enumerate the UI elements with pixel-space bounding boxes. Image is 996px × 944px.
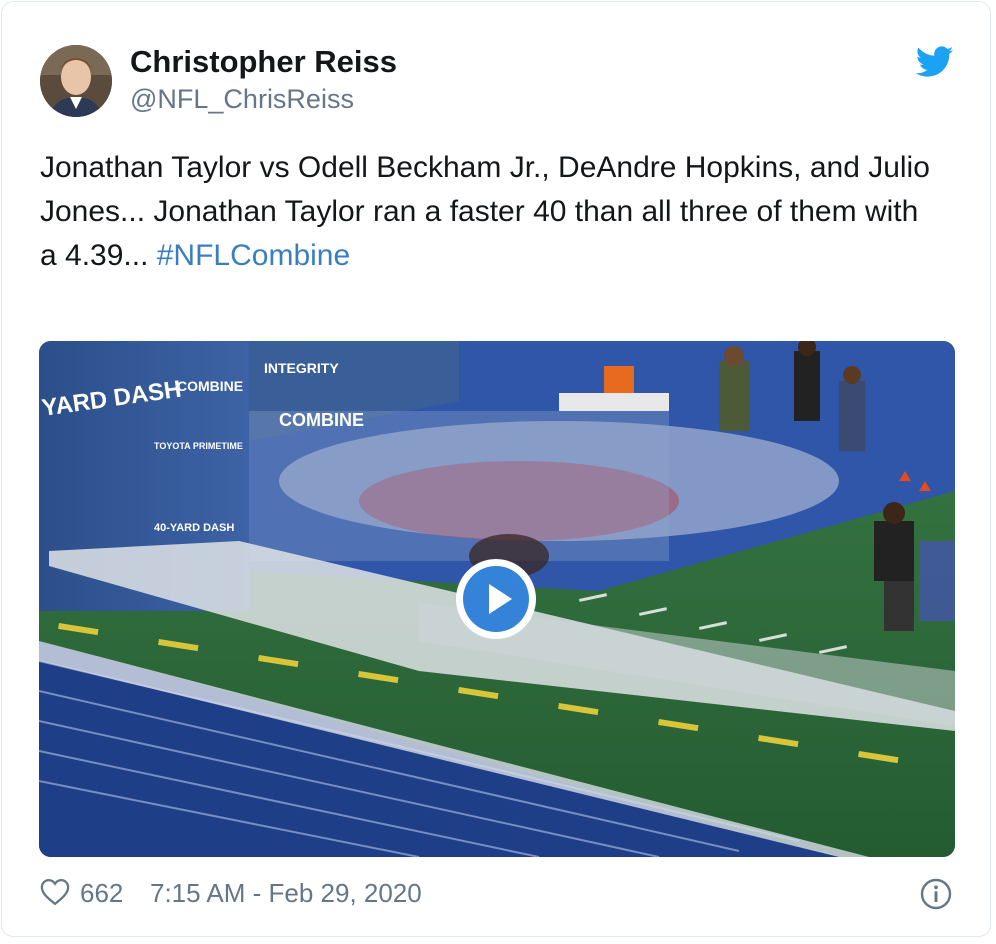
author-handle[interactable]: @NFL_ChrisReiss	[130, 84, 354, 115]
play-button-circle	[463, 566, 529, 632]
twitter-bird-icon[interactable]	[916, 46, 954, 78]
avatar-image	[40, 45, 112, 117]
info-icon[interactable]	[920, 878, 952, 910]
tweet-card: Christopher Reiss @NFL_ChrisReiss Jonath…	[1, 1, 991, 937]
author-display-name[interactable]: Christopher Reiss	[130, 44, 397, 80]
primetime-sign: TOYOTA PRIMETIME	[154, 441, 243, 451]
combine-logo-text: COMBINE	[177, 378, 243, 394]
combine-banner-text: COMBINE	[279, 410, 364, 430]
integrity-sign: INTEGRITY	[264, 360, 339, 376]
tweet-timestamp[interactable]: 7:15 AM - Feb 29, 2020	[150, 878, 422, 909]
forty-yard-sign: 40-YARD DASH	[154, 522, 234, 534]
tweet-text: Jonathan Taylor vs Odell Beckham Jr., De…	[40, 146, 940, 278]
hashtag-link[interactable]: #NFLCombine	[157, 239, 350, 272]
play-button[interactable]	[456, 559, 536, 639]
tweet-footer: 662 7:15 AM - Feb 29, 2020	[40, 874, 960, 914]
play-icon	[489, 584, 512, 614]
like-count[interactable]: 662	[80, 878, 123, 909]
author-avatar[interactable]	[40, 45, 112, 117]
heart-icon[interactable]	[40, 878, 70, 906]
